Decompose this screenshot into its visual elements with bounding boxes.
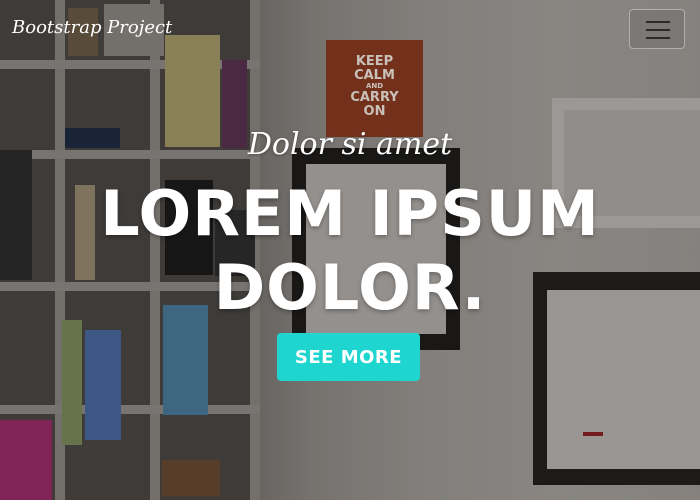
navbar: Bootstrap Project bbox=[0, 0, 700, 60]
see-more-button[interactable]: SEE MORE bbox=[277, 333, 420, 381]
hamburger-menu-icon bbox=[646, 21, 670, 39]
headline-line-2: DOLOR. bbox=[213, 251, 487, 324]
hero-section: KEEP CALM AND CARRY ON Bootstrap Project Dol… bbox=[0, 0, 700, 500]
headline-line-1: LOREM IPSUM bbox=[100, 177, 600, 250]
brand-link[interactable]: Bootstrap Project bbox=[12, 17, 172, 38]
hero-subtitle: Dolor si amet bbox=[247, 127, 453, 162]
hero-headline: LOREM IPSUM DOLOR. bbox=[0, 177, 700, 325]
navbar-toggler-button[interactable] bbox=[629, 9, 685, 49]
